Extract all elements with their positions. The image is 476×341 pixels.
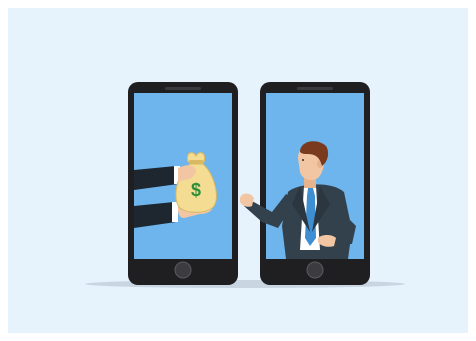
- reaching-hand: [240, 193, 254, 207]
- illustration-canvas: $: [0, 0, 476, 341]
- left-phone-home-button: [174, 261, 192, 279]
- right-phone-speaker: [297, 87, 333, 90]
- lower-cuff: [172, 202, 178, 222]
- dollar-sign: $: [191, 180, 201, 200]
- money-transfer-illustration: $: [85, 82, 405, 288]
- right-phone-home-button: [306, 261, 324, 279]
- left-phone-speaker: [165, 87, 201, 90]
